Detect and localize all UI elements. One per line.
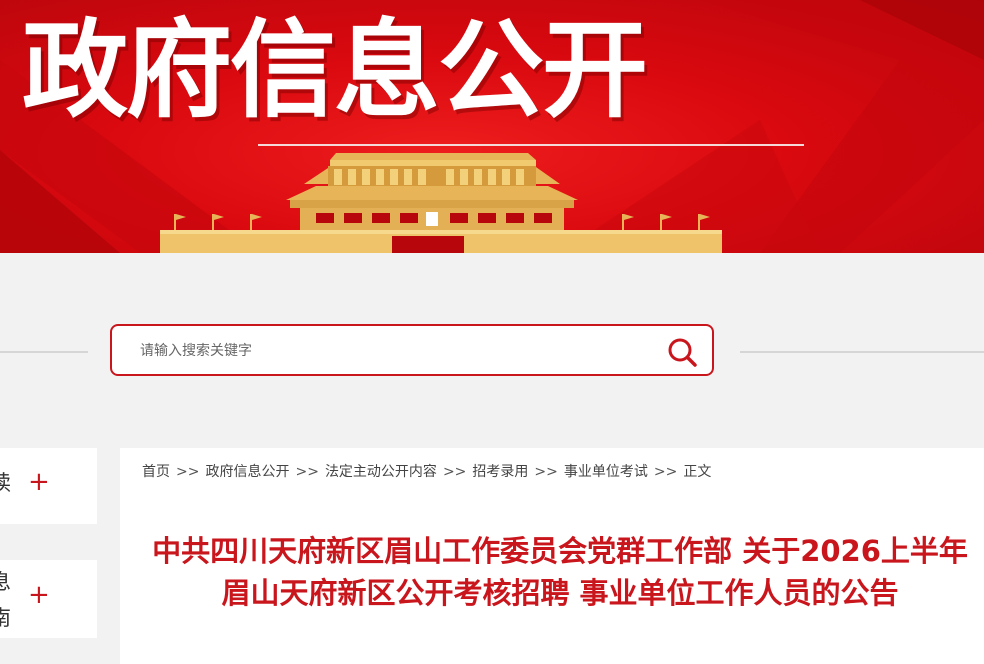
search-input[interactable] (138, 336, 642, 366)
banner-divider (258, 144, 804, 146)
breadcrumb-gov-info[interactable]: 政府信息公开 (205, 464, 289, 480)
expand-plus-icon[interactable]: + (28, 469, 50, 495)
divider-right (740, 351, 984, 353)
breadcrumb-separator: >> (653, 464, 678, 480)
breadcrumb-separator: >> (442, 464, 467, 480)
breadcrumb-statutory[interactable]: 法定主动公开内容 (325, 464, 437, 480)
article-panel: 首页 >> 政府信息公开 >> 法定主动公开内容 >> 招考录用 >> 事业单位考试 >> 正文 中… (120, 448, 984, 664)
breadcrumb-exam[interactable]: 事业单位考试 (564, 464, 648, 480)
breadcrumb-separator: >> (295, 464, 319, 480)
banner-title: 政府信息公开 (22, 9, 648, 132)
sidebar-item-2[interactable]: 息 南 + (0, 560, 97, 638)
breadcrumb-separator: >> (534, 464, 558, 480)
breadcrumb-separator: >> (176, 464, 200, 480)
sidebar-item-label-line1: 息 (0, 570, 11, 594)
breadcrumb-recruitment[interactable]: 招考录用 (472, 464, 528, 480)
search-icon (668, 338, 697, 367)
breadcrumb: 首页 >> 政府信息公开 >> 法定主动公开内容 >> 招考录用 >> 事业单位考试 >> 正文 (142, 461, 711, 481)
breadcrumb-current: 正文 (683, 464, 712, 480)
sidebar-item-label: 读 (0, 471, 11, 495)
search-button[interactable] (666, 336, 698, 368)
sidebar-item-label-line2: 南 (0, 606, 11, 630)
header-banner: 政府信息公开 (0, 0, 984, 253)
sidebar-item-1[interactable]: 读 + (0, 448, 97, 524)
breadcrumb-home[interactable]: 首页 (142, 464, 170, 480)
divider-left (0, 351, 88, 353)
search-box (110, 324, 714, 376)
article-title: 中共四川天府新区眉山工作委员会党群工作部 关于2026上半年眉山天府新区公开考核… (152, 534, 968, 610)
expand-plus-icon[interactable]: + (28, 582, 50, 608)
